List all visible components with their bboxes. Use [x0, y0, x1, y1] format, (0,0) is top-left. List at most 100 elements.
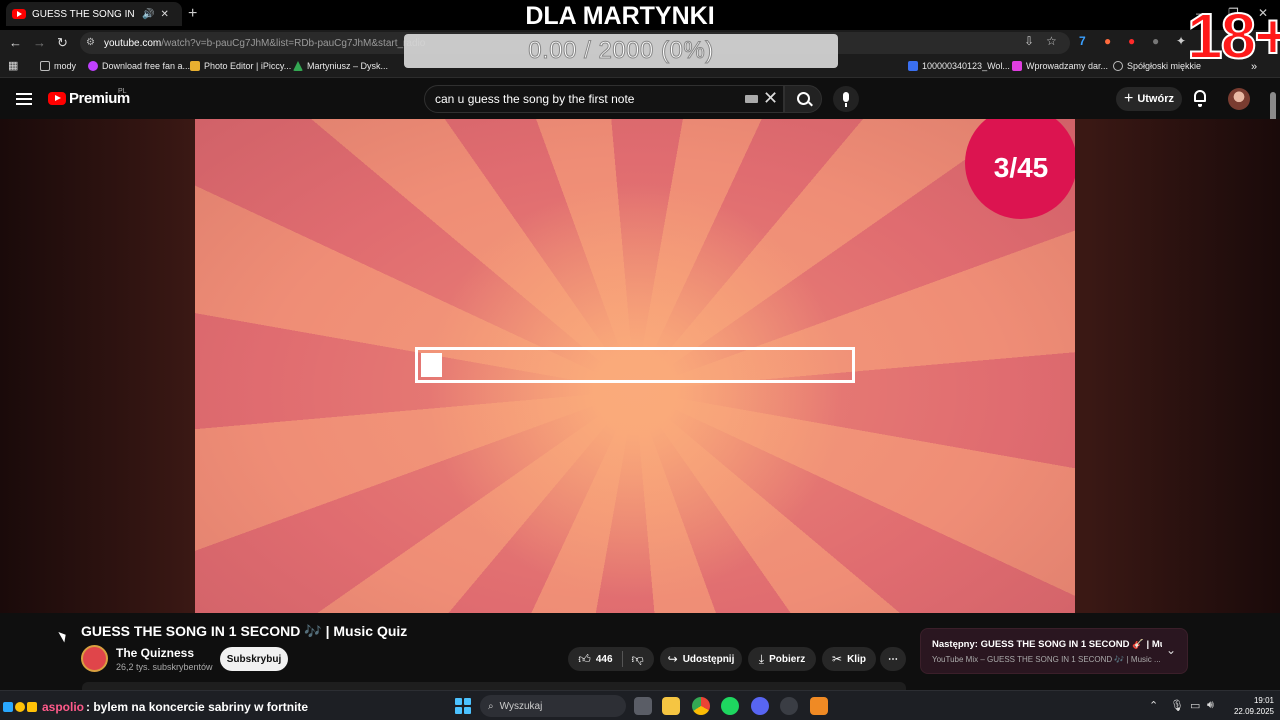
extension-record-icon[interactable]: ●	[1128, 34, 1135, 48]
forward-icon[interactable]: →	[33, 35, 46, 50]
channel-name[interactable]: The Quizness	[116, 646, 194, 660]
spotify-icon[interactable]	[721, 697, 739, 715]
region-code: PL	[118, 88, 127, 95]
like-count[interactable]: 446	[596, 654, 613, 665]
apps-grid-icon[interactable]: ▦	[8, 59, 18, 72]
clip-button[interactable]: ✂ Klip	[822, 647, 876, 671]
search-icon: ⌕	[488, 700, 494, 712]
up-next-title: Następny: GUESS THE SONG IN 1 SECOND 🎸 |…	[932, 639, 1162, 650]
download-label: Pobierz	[769, 653, 806, 665]
notifications-bell-icon[interactable]	[1194, 90, 1206, 107]
up-next-card[interactable]: Następny: GUESS THE SONG IN 1 SECOND 🎸 |…	[920, 628, 1188, 674]
app-icon[interactable]	[780, 697, 798, 715]
speaker-icon[interactable]: 🔊	[142, 9, 154, 20]
video-player[interactable]: 3/45	[195, 119, 1075, 613]
back-icon[interactable]: ←	[9, 35, 22, 50]
subscribe-button[interactable]: Subskrybuj	[220, 647, 288, 671]
more-actions-button[interactable]: ⋯	[880, 647, 906, 671]
description-box-edge	[82, 682, 906, 690]
voice-search-button[interactable]	[833, 86, 859, 112]
bookmark-item[interactable]: mody	[40, 61, 76, 71]
extension-grey-icon[interactable]: ●	[1152, 34, 1159, 48]
download-icon: ⤓	[758, 651, 765, 666]
menu-icon[interactable]	[16, 93, 32, 105]
chat-badge-icon	[3, 702, 13, 712]
clear-search-icon[interactable]: ✕	[763, 89, 778, 107]
folder-icon	[40, 61, 50, 71]
age-rating-badge: 18+	[1186, 0, 1280, 73]
taskbar-clock[interactable]: 19:01 22.09.2025	[1226, 695, 1274, 717]
volume-icon[interactable]: 🔊︎	[1207, 699, 1214, 712]
microphone-icon[interactable]: 🎙︎	[1170, 699, 1184, 712]
bookmark-favicon-icon	[88, 61, 98, 71]
stream-donation-progress: 0.00 / 2000 (0%)	[404, 34, 838, 68]
discord-icon[interactable]	[751, 697, 769, 715]
url-domain: youtube.com	[104, 37, 162, 49]
chrome-icon[interactable]	[692, 697, 710, 715]
stream-chat-message: aspolio : bylem na koncercie sabriny w f…	[3, 700, 308, 714]
channel-avatar[interactable]	[81, 645, 108, 672]
chevron-down-icon[interactable]: ⌄	[1166, 643, 1176, 657]
site-info-icon[interactable]: ⚙	[86, 37, 95, 48]
search-input[interactable]: can u guess the song by the first note	[424, 85, 784, 113]
account-avatar[interactable]	[1228, 88, 1250, 110]
clock-time: 19:01	[1253, 696, 1274, 705]
task-view-icon[interactable]	[634, 697, 652, 715]
create-button[interactable]: + Utwórz	[1116, 87, 1182, 111]
youtube-favicon-icon	[12, 9, 26, 19]
bookmark-item[interactable]: Download free fan a...	[88, 61, 190, 71]
extension-7tv-icon[interactable]: 7	[1079, 34, 1086, 48]
chat-badge-icon	[15, 702, 25, 712]
bookmark-item[interactable]: Martyniusz – Dysk...	[293, 61, 388, 71]
keyboard-icon[interactable]	[745, 95, 758, 103]
windows-taskbar: aspolio : bylem na koncercie sabriny w f…	[0, 690, 1280, 720]
clip-label: Klip	[847, 653, 866, 665]
create-label: Utwórz	[1137, 93, 1174, 105]
file-explorer-icon[interactable]	[662, 697, 680, 715]
reload-icon[interactable]: ↻	[57, 35, 68, 51]
bookmark-item[interactable]: Photo Editor | iPiccy...	[190, 61, 291, 71]
thumbs-down-icon[interactable]: 👎︎	[632, 652, 644, 667]
chat-text: : bylem na koncercie sabriny w fortnite	[86, 700, 309, 714]
globe-icon	[1113, 61, 1123, 71]
youtube-header: Premium PL can u guess the song by the f…	[0, 79, 1280, 119]
share-button[interactable]: ↪ Udostępnij	[660, 647, 742, 671]
app-orange-icon[interactable]	[810, 697, 828, 715]
bookmark-star-icon[interactable]: ☆	[1046, 34, 1057, 48]
drive-icon	[293, 61, 303, 71]
bookmark-item[interactable]: 100000340123_Wol...	[908, 61, 1010, 71]
thumbs-up-icon[interactable]: 👍︎	[578, 652, 591, 667]
taskbar-search-placeholder: Wyszukaj	[499, 700, 543, 712]
share-icon: ↪	[667, 652, 678, 666]
share-label: Udostępnij	[682, 653, 735, 665]
network-icon[interactable]: ▭	[1190, 699, 1200, 712]
install-app-icon[interactable]: ⇩	[1024, 34, 1034, 48]
video-title: GUESS THE SONG IN 1 SECOND 🎶 | Music Qui…	[81, 623, 408, 639]
quiz-timer-fill	[421, 353, 442, 377]
plus-icon: +	[1123, 90, 1134, 107]
mouse-cursor-icon	[58, 629, 69, 643]
chat-username: aspolio	[42, 700, 85, 714]
bookmark-label: 100000340123_Wol...	[922, 61, 1010, 71]
bookmark-favicon-icon	[908, 61, 918, 71]
tray-chevron-icon[interactable]: ⌃	[1149, 699, 1158, 712]
tab-title: GUESS THE SONG IN 1 SECOND	[32, 8, 136, 20]
bookmark-item[interactable]: Wprowadzamy dar...	[1012, 61, 1108, 71]
quiz-timer-bar	[415, 347, 855, 383]
bookmark-label: Wprowadzamy dar...	[1026, 61, 1109, 71]
extensions-puzzle-icon[interactable]: ✦	[1176, 34, 1186, 48]
extension-flame-icon[interactable]: ●	[1104, 34, 1111, 48]
search-button[interactable]	[784, 85, 822, 113]
download-button[interactable]: ⤓ Pobierz	[748, 647, 816, 671]
bookmark-label: Download free fan a...	[102, 61, 191, 71]
bookmark-label: Martyniusz – Dysk...	[307, 61, 389, 71]
browser-tab[interactable]: GUESS THE SONG IN 1 SECOND 🔊 ✕	[6, 2, 182, 26]
bookmark-favicon-icon	[1012, 61, 1022, 71]
youtube-logo-icon[interactable]	[48, 92, 66, 105]
more-icon: ⋯	[888, 653, 898, 665]
video-details: GUESS THE SONG IN 1 SECOND 🎶 | Music Qui…	[0, 613, 1280, 690]
windows-start-icon[interactable]	[455, 698, 471, 714]
new-tab-icon[interactable]: +	[188, 5, 197, 23]
close-tab-icon[interactable]: ✕	[160, 9, 168, 20]
taskbar-search[interactable]: ⌕ Wyszukaj	[480, 695, 626, 717]
